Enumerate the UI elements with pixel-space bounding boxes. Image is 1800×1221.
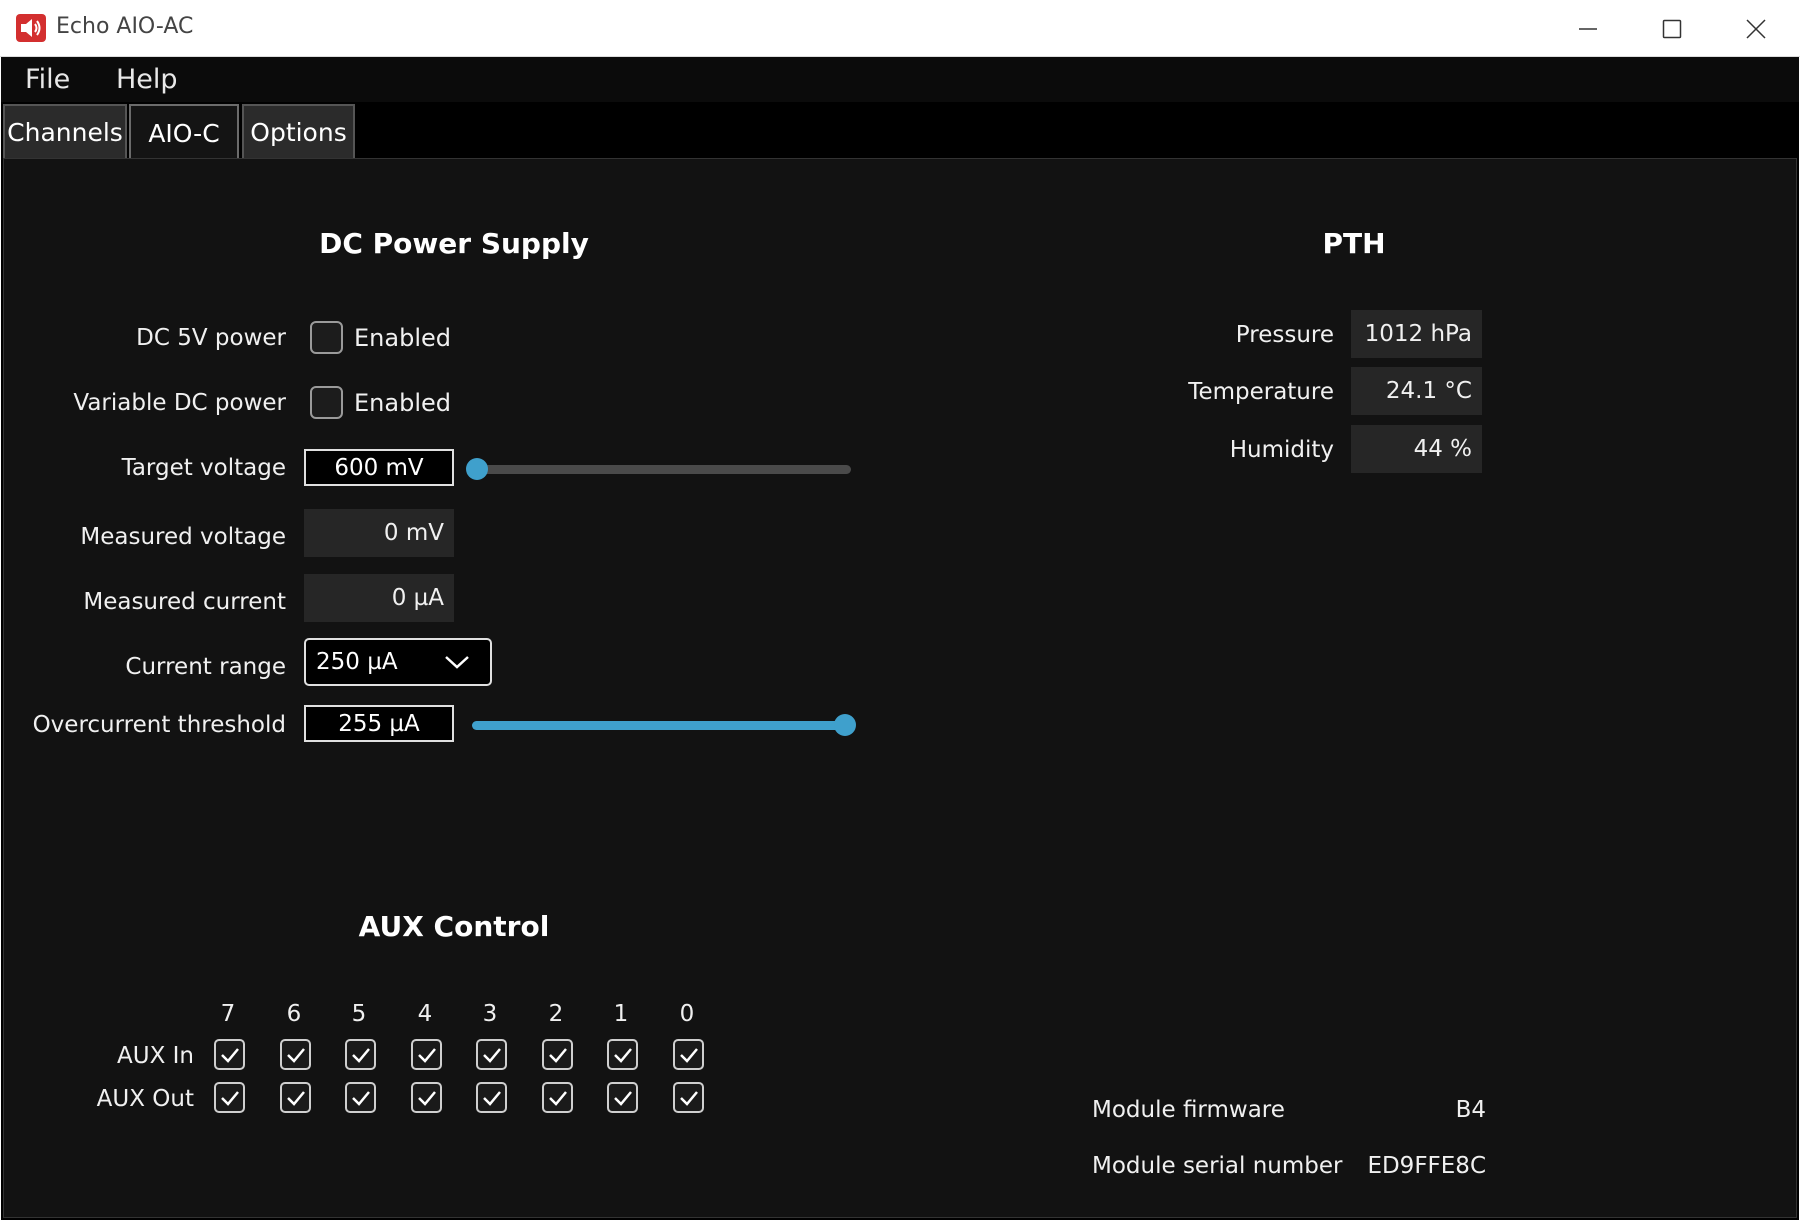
aux-column-header: 1	[613, 1001, 629, 1027]
overcurrent-slider[interactable]	[472, 721, 847, 730]
aux-out-checkbox[interactable]	[607, 1082, 638, 1113]
current-range-dropdown[interactable]: 250 µA	[304, 638, 492, 686]
dc5v-label: DC 5V power	[136, 325, 286, 351]
aux-out-checkbox[interactable]	[214, 1082, 245, 1113]
checkmark-icon	[613, 1047, 632, 1063]
maximize-icon	[1662, 19, 1682, 38]
aio-c-panel: DC Power Supply DC 5V power Enabled Vari…	[3, 158, 1797, 1218]
overcurrent-input[interactable]: 255 µA	[304, 705, 454, 742]
measured-voltage-label: Measured voltage	[80, 524, 286, 550]
aux-control-heading: AUX Control	[358, 910, 550, 943]
checkmark-icon	[482, 1047, 501, 1063]
variable-dc-checkbox-label: Enabled	[354, 389, 451, 417]
tab-channels[interactable]: Channels	[3, 104, 127, 158]
temperature-label: Temperature	[1188, 379, 1334, 405]
tab-options[interactable]: Options	[242, 104, 355, 158]
pressure-label: Pressure	[1235, 322, 1334, 348]
checkmark-icon	[286, 1047, 305, 1063]
aux-column-header: 5	[351, 1001, 367, 1027]
aux-in-checkbox[interactable]	[673, 1039, 704, 1070]
aux-column-header: 0	[679, 1001, 695, 1027]
title-bar: Echo AIO-AC	[0, 0, 1800, 57]
module-firmware-value: B4	[1455, 1097, 1486, 1123]
current-range-value: 250 µA	[316, 649, 398, 675]
dc-power-heading: DC Power Supply	[319, 227, 589, 260]
checkmark-icon	[286, 1090, 305, 1106]
close-icon	[1746, 18, 1766, 39]
target-voltage-label: Target voltage	[121, 455, 286, 481]
pressure-value: 1012 hPa	[1351, 310, 1482, 358]
checkmark-icon	[220, 1090, 239, 1106]
module-serial-value: ED9FFE8C	[1367, 1153, 1486, 1179]
tab-bar: Channels AIO-C Options	[1, 102, 1799, 160]
checkmark-icon	[351, 1090, 370, 1106]
checkmark-icon	[679, 1090, 698, 1106]
target-voltage-slider-thumb[interactable]	[466, 458, 488, 480]
minimize-icon	[1579, 27, 1597, 30]
aux-out-checkbox[interactable]	[411, 1082, 442, 1113]
aux-in-checkbox[interactable]	[476, 1039, 507, 1070]
overcurrent-label: Overcurrent threshold	[32, 712, 286, 738]
variable-dc-label: Variable DC power	[73, 390, 286, 416]
aux-column-header: 4	[417, 1001, 433, 1027]
humidity-value: 44 %	[1351, 425, 1482, 473]
menu-help[interactable]: Help	[116, 64, 178, 95]
tab-aio-c[interactable]: AIO-C	[129, 104, 239, 160]
aux-out-label: AUX Out	[96, 1086, 194, 1112]
aux-out-checkbox[interactable]	[476, 1082, 507, 1113]
chevron-down-icon	[445, 656, 469, 669]
checkmark-icon	[417, 1047, 436, 1063]
menu-bar: File Help	[1, 57, 1799, 102]
aux-in-checkbox[interactable]	[345, 1039, 376, 1070]
module-serial-label: Module serial number	[1092, 1153, 1343, 1179]
minimize-button[interactable]	[1546, 0, 1630, 57]
aux-column-header: 6	[286, 1001, 302, 1027]
variable-dc-checkbox[interactable]	[310, 386, 343, 419]
aux-out-checkbox[interactable]	[673, 1082, 704, 1113]
target-voltage-slider[interactable]	[476, 465, 851, 474]
checkmark-icon	[548, 1090, 567, 1106]
checkmark-icon	[679, 1047, 698, 1063]
measured-current-label: Measured current	[83, 589, 286, 615]
aux-column-header: 7	[220, 1001, 236, 1027]
speaker-icon	[16, 14, 46, 42]
aux-in-checkbox[interactable]	[542, 1039, 573, 1070]
current-range-label: Current range	[125, 654, 286, 680]
aux-column-header: 3	[482, 1001, 498, 1027]
checkmark-icon	[613, 1090, 632, 1106]
target-voltage-input[interactable]: 600 mV	[304, 449, 454, 486]
aux-in-checkbox[interactable]	[607, 1039, 638, 1070]
aux-in-checkbox[interactable]	[411, 1039, 442, 1070]
close-button[interactable]	[1714, 0, 1798, 57]
app-body: File Help Channels AIO-C Options DC Powe…	[1, 57, 1799, 1220]
pth-heading: PTH	[1322, 227, 1386, 260]
temperature-value: 24.1 °C	[1351, 367, 1482, 415]
overcurrent-slider-thumb[interactable]	[834, 714, 856, 736]
aux-out-checkbox[interactable]	[280, 1082, 311, 1113]
checkmark-icon	[482, 1090, 501, 1106]
aux-out-checkbox[interactable]	[542, 1082, 573, 1113]
checkmark-icon	[220, 1047, 239, 1063]
dc5v-checkbox-label: Enabled	[354, 324, 451, 352]
aux-in-checkbox[interactable]	[280, 1039, 311, 1070]
measured-current-value: 0 µA	[304, 574, 454, 622]
aux-column-header: 2	[548, 1001, 564, 1027]
aux-out-checkbox[interactable]	[345, 1082, 376, 1113]
measured-voltage-value: 0 mV	[304, 509, 454, 557]
checkmark-icon	[548, 1047, 567, 1063]
menu-file[interactable]: File	[25, 64, 70, 95]
checkmark-icon	[351, 1047, 370, 1063]
dc5v-checkbox[interactable]	[310, 321, 343, 354]
aux-in-checkbox[interactable]	[214, 1039, 245, 1070]
aux-in-label: AUX In	[117, 1043, 194, 1069]
maximize-button[interactable]	[1630, 0, 1714, 57]
module-firmware-label: Module firmware	[1092, 1097, 1285, 1123]
window-title: Echo AIO-AC	[56, 14, 194, 39]
checkmark-icon	[417, 1090, 436, 1106]
humidity-label: Humidity	[1229, 437, 1334, 463]
